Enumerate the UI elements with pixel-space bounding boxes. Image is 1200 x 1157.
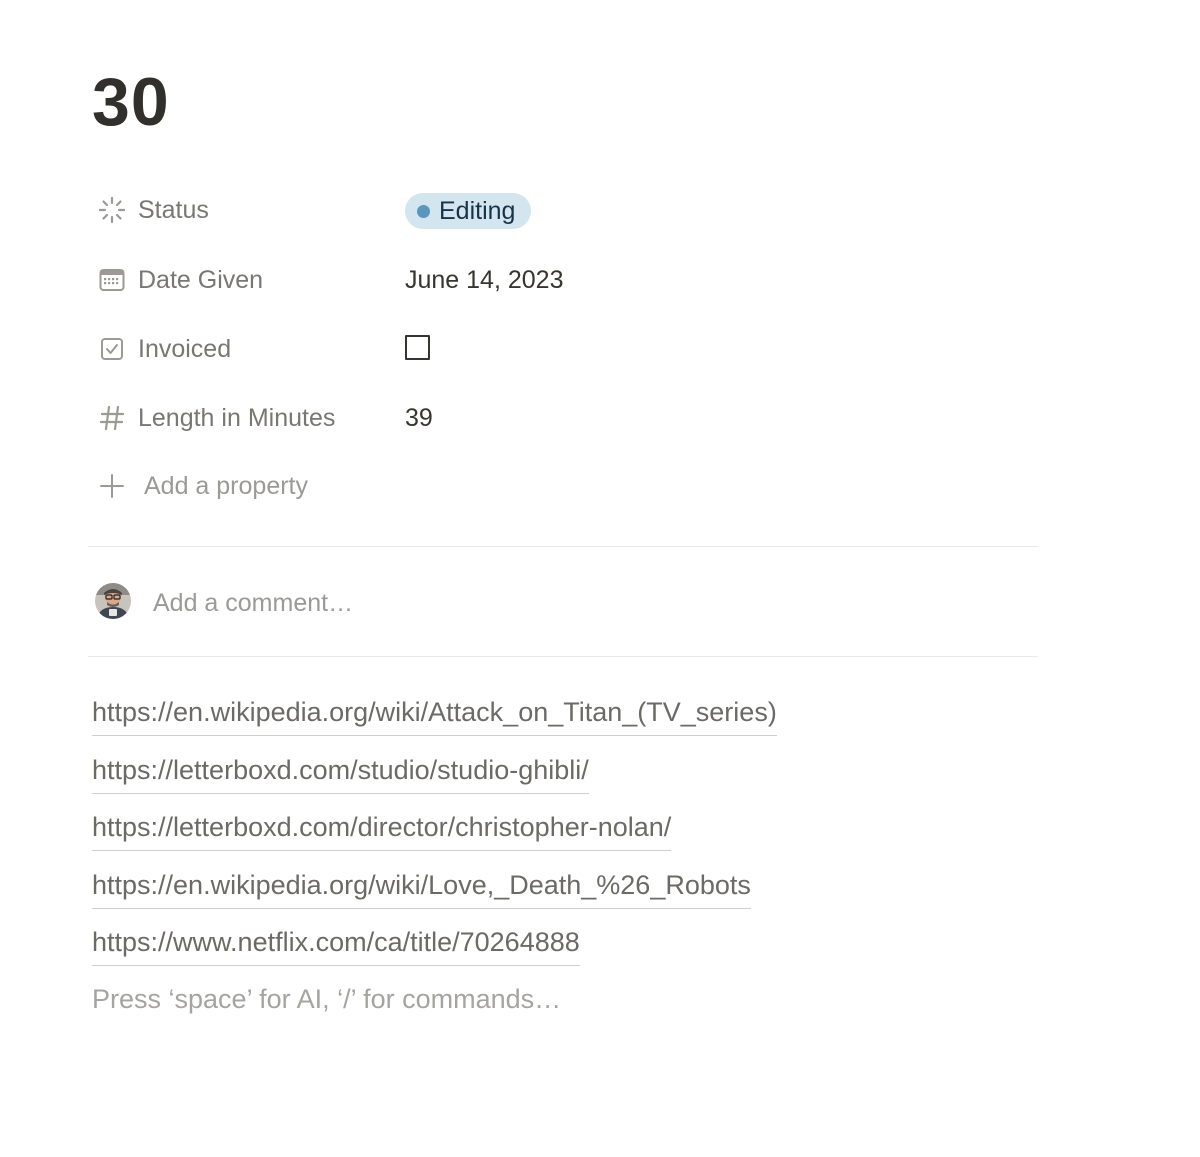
page-title[interactable]: 30 xyxy=(92,62,170,142)
property-row-invoiced[interactable]: Invoiced xyxy=(92,327,1038,371)
user-avatar xyxy=(95,583,131,619)
checkbox-icon xyxy=(98,335,126,363)
list-item: https://en.wikipedia.org/wiki/Attack_on_… xyxy=(92,689,777,747)
add-property-label: Add a property xyxy=(144,472,308,500)
editor-placeholder[interactable]: Press ‘space’ for AI, ‘/’ for commands… xyxy=(92,976,561,1022)
link[interactable]: https://www.netflix.com/ca/title/7026488… xyxy=(92,919,580,966)
property-label-length-in-minutes: Length in Minutes xyxy=(138,404,336,432)
comment-input[interactable]: Add a comment… xyxy=(153,580,353,626)
comment-row[interactable]: Add a comment… xyxy=(92,580,1038,626)
divider xyxy=(88,546,1038,547)
link[interactable]: https://en.wikipedia.org/wiki/Love,_Deat… xyxy=(92,862,751,909)
invoiced-checkbox[interactable] xyxy=(405,335,430,360)
property-row-date-given[interactable]: Date Given June 14, 2023 xyxy=(92,258,1038,302)
status-icon xyxy=(98,196,126,224)
calendar-icon xyxy=(98,266,126,294)
plus-icon xyxy=(98,472,126,500)
divider xyxy=(88,656,1038,657)
list-item: https://letterboxd.com/studio/studio-ghi… xyxy=(92,747,777,805)
link-list: https://en.wikipedia.org/wiki/Attack_on_… xyxy=(92,689,777,977)
add-property-button[interactable]: Add a property xyxy=(92,464,1038,508)
status-value: Editing xyxy=(439,196,516,225)
link[interactable]: https://en.wikipedia.org/wiki/Attack_on_… xyxy=(92,689,777,736)
status-dot xyxy=(417,204,430,218)
property-row-status[interactable]: Status Editing xyxy=(92,188,1038,232)
length-in-minutes-value[interactable]: 39 xyxy=(405,396,433,440)
list-item: https://en.wikipedia.org/wiki/Love,_Deat… xyxy=(92,862,777,920)
hash-icon xyxy=(98,404,126,432)
link[interactable]: https://letterboxd.com/director/christop… xyxy=(92,804,672,851)
property-label-invoiced: Invoiced xyxy=(138,335,232,363)
link[interactable]: https://letterboxd.com/studio/studio-ghi… xyxy=(92,747,589,794)
date-given-value[interactable]: June 14, 2023 xyxy=(405,258,563,302)
status-badge[interactable]: Editing xyxy=(405,193,532,229)
list-item: https://letterboxd.com/director/christop… xyxy=(92,804,777,862)
property-label-status: Status xyxy=(138,196,209,224)
notion-page: 30 Status Editing Date Given June 14, 20… xyxy=(0,0,1200,1157)
property-label-date-given: Date Given xyxy=(138,266,264,294)
list-item: https://www.netflix.com/ca/title/7026488… xyxy=(92,919,777,977)
property-row-length-in-minutes[interactable]: Length in Minutes 39 xyxy=(92,396,1038,440)
